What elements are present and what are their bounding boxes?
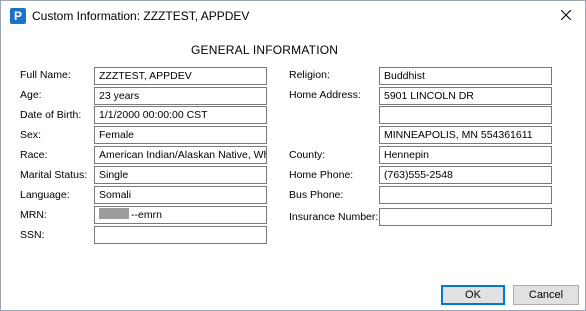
mrn-label: MRN: (20, 209, 47, 221)
home-phone-field[interactable]: (763)555-2548 (379, 166, 552, 184)
county-field[interactable]: Hennepin (379, 146, 552, 164)
ssn-field[interactable] (94, 226, 267, 244)
home-address-label: Home Address: (289, 89, 361, 101)
race-field[interactable]: American Indian/Alaskan Native, White/C (94, 146, 267, 164)
marital-status-field[interactable]: Single (94, 166, 267, 184)
sex-field[interactable]: Female (94, 126, 267, 144)
bus-phone-field[interactable] (379, 186, 552, 204)
bus-phone-label: Bus Phone: (289, 189, 344, 201)
dob-field[interactable]: 1/1/2000 00:00:00 CST (94, 106, 267, 124)
ssn-label: SSN: (20, 229, 45, 241)
redacted-block (99, 208, 129, 219)
home-address-line2-field[interactable] (379, 106, 552, 124)
custom-information-dialog: P Custom Information: ZZZTEST, APPDEV GE… (0, 0, 586, 311)
insurance-number-field[interactable] (379, 208, 552, 226)
insurance-number-label: Insurance Number: (289, 211, 379, 223)
marital-status-label: Marital Status: (20, 169, 88, 181)
home-phone-label: Home Phone: (289, 169, 354, 181)
age-label: Age: (20, 89, 42, 101)
dob-label: Date of Birth: (20, 109, 82, 121)
religion-label: Religion: (289, 69, 330, 81)
close-icon (561, 10, 571, 20)
religion-field[interactable]: Buddhist (379, 67, 552, 85)
language-field[interactable]: Somali (94, 186, 267, 204)
ok-button[interactable]: OK (441, 285, 505, 305)
home-address-line1-field[interactable]: 5901 LINCOLN DR (379, 87, 552, 105)
close-button[interactable] (551, 3, 581, 27)
title-bar: P Custom Information: ZZZTEST, APPDEV (1, 1, 585, 31)
county-label: County: (289, 149, 326, 161)
sex-label: Sex: (20, 129, 42, 141)
language-label: Language: (20, 189, 70, 201)
section-heading: GENERAL INFORMATION (191, 43, 339, 57)
app-logo-icon: P (10, 8, 26, 24)
cancel-button[interactable]: Cancel (513, 285, 579, 305)
window-title: Custom Information: ZZZTEST, APPDEV (32, 9, 250, 23)
race-label: Race: (20, 149, 48, 161)
mrn-value: --emrn (131, 209, 162, 221)
home-address-line3-field[interactable]: MINNEAPOLIS, MN 554361611 (379, 126, 552, 144)
full-name-field[interactable]: ZZZTEST, APPDEV (94, 67, 267, 85)
full-name-label: Full Name: (20, 69, 71, 81)
age-field[interactable]: 23 years (94, 87, 267, 105)
mrn-field[interactable]: --emrn (94, 206, 267, 224)
